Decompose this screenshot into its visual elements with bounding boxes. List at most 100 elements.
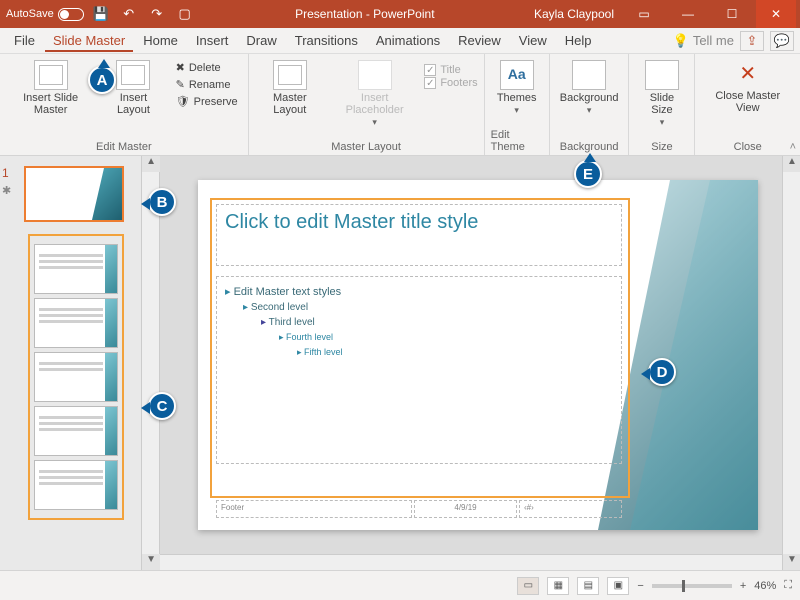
ribbon: Insert Slide Master Insert Layout ✖Delet… [0, 54, 800, 156]
themes-button[interactable]: Aa Themes ▾ [493, 58, 541, 118]
insert-slide-master-icon [34, 60, 68, 90]
bullet-level-3: Third level [225, 315, 613, 330]
group-edit-theme: Aa Themes ▾ Edit Theme [485, 54, 550, 155]
slide-number: 1 [2, 166, 9, 180]
background-button[interactable]: Background ▾ [556, 58, 623, 118]
group-label-background: Background [560, 139, 619, 153]
callout-c: C [148, 392, 176, 420]
tab-help[interactable]: Help [557, 29, 600, 52]
scroll-up-icon[interactable]: ▲ [142, 156, 160, 172]
group-label-close: Close [734, 139, 762, 153]
workspace: 1 ✱ ▲ ▼ [0, 156, 800, 570]
master-thumbnail[interactable] [24, 166, 124, 222]
footers-checkbox[interactable]: ✓Footers [424, 77, 477, 89]
save-icon[interactable]: 💾 [90, 3, 112, 25]
insert-placeholder-button: Insert Placeholder ▾ [331, 58, 418, 130]
toggle-icon [58, 8, 84, 21]
reading-view-icon[interactable]: ▤ [577, 577, 599, 595]
bullet-level-4: Fourth level [225, 330, 613, 345]
fit-to-window-icon[interactable]: ⛶ [784, 579, 792, 592]
zoom-in-icon[interactable]: + [740, 580, 746, 592]
scroll-down-icon[interactable]: ▼ [783, 554, 800, 570]
share-icon[interactable]: ⇪ [740, 31, 764, 51]
ribbon-display-icon[interactable]: ▭ [624, 0, 664, 28]
callout-a: A [88, 66, 116, 94]
themes-icon: Aa [500, 60, 534, 90]
slide-size-button[interactable]: Slide Size ▾ [635, 58, 688, 130]
theme-decoration [92, 168, 122, 220]
insert-layout-label: Insert Layout [105, 92, 161, 116]
layout-thumbnail[interactable] [34, 460, 118, 510]
master-layout-button[interactable]: Master Layout [255, 58, 325, 118]
tab-draw[interactable]: Draw [238, 29, 284, 52]
comments-icon[interactable]: 💬 [770, 31, 794, 51]
group-label-edit-master: Edit Master [96, 139, 152, 153]
zoom-out-icon[interactable]: − [637, 580, 643, 592]
tab-review[interactable]: Review [450, 29, 509, 52]
background-icon [572, 60, 606, 90]
app-window: AutoSave 💾 ↶ ↷ ▢ Presentation - PowerPoi… [0, 0, 800, 600]
group-label-edit-theme: Edit Theme [491, 127, 543, 153]
zoom-level[interactable]: 46% [754, 580, 776, 592]
autosave-toggle[interactable]: AutoSave [6, 8, 84, 21]
master-layout-icon [273, 60, 307, 90]
tab-home[interactable]: Home [135, 29, 186, 52]
user-name[interactable]: Kayla Claypool [534, 7, 614, 21]
zoom-slider[interactable] [652, 584, 732, 588]
tab-view[interactable]: View [511, 29, 555, 52]
menu-bar: File Slide Master Home Insert Draw Trans… [0, 28, 800, 54]
preserve-button[interactable]: 🛡Preserve [172, 94, 242, 110]
start-from-beginning-icon[interactable]: ▢ [174, 3, 196, 25]
close-master-view-button[interactable]: ✕ Close Master View [701, 58, 794, 116]
delete-button[interactable]: ✖Delete [172, 60, 225, 76]
rename-button[interactable]: ✎Rename [172, 77, 235, 93]
undo-icon[interactable]: ↶ [118, 3, 140, 25]
slide-canvas[interactable]: Click to edit Master title style Edit Ma… [198, 180, 758, 530]
collapse-ribbon-icon[interactable]: ˄ [790, 141, 796, 153]
tab-insert[interactable]: Insert [188, 29, 237, 52]
bullet-level-5: Fifth level [225, 345, 613, 360]
delete-icon: ✖ [176, 62, 185, 74]
tell-me-search[interactable]: 💡 Tell me [673, 33, 734, 49]
tab-animations[interactable]: Animations [368, 29, 448, 52]
maximize-icon[interactable]: ☐ [712, 0, 752, 28]
title-bar: AutoSave 💾 ↶ ↷ ▢ Presentation - PowerPoi… [0, 0, 800, 28]
slide-sorter-icon[interactable]: ▦ [547, 577, 569, 595]
autosave-label: AutoSave [6, 8, 54, 20]
checkbox-icon: ✓ [424, 77, 436, 89]
group-size: Slide Size ▾ Size [629, 54, 695, 155]
scroll-down-icon[interactable]: ▼ [142, 554, 160, 570]
body-placeholder[interactable]: Edit Master text styles Second level Thi… [216, 276, 622, 464]
callout-d: D [648, 358, 676, 386]
slideshow-icon[interactable]: ▣ [607, 577, 629, 595]
window-title: Presentation - PowerPoint [196, 7, 534, 21]
rename-icon: ✎ [176, 79, 185, 91]
callout-b: B [148, 188, 176, 216]
tab-file[interactable]: File [6, 29, 43, 52]
scroll-up-icon[interactable]: ▲ [783, 156, 800, 172]
tab-transitions[interactable]: Transitions [287, 29, 366, 52]
normal-view-icon[interactable]: ▭ [517, 577, 539, 595]
editor-scrollbar-horizontal[interactable] [160, 554, 782, 570]
group-edit-master: Insert Slide Master Insert Layout ✖Delet… [0, 54, 249, 155]
callout-e: E [574, 160, 602, 188]
minimize-icon[interactable]: — [668, 0, 708, 28]
title-checkbox[interactable]: ✓Title [424, 64, 460, 76]
close-window-icon[interactable]: ✕ [756, 0, 796, 28]
redo-icon[interactable]: ↷ [146, 3, 168, 25]
preserve-icon: 🛡 [176, 96, 190, 108]
layout-thumbnail[interactable] [34, 352, 118, 402]
footer-date: 4/9/19 [414, 500, 517, 518]
preserve-star-icon: ✱ [2, 184, 11, 197]
layout-thumbnail[interactable] [34, 406, 118, 456]
layout-thumbnail[interactable] [34, 244, 118, 294]
group-close: ✕ Close Master View Close [695, 54, 800, 155]
title-placeholder[interactable]: Click to edit Master title style [216, 204, 622, 266]
thumbnails-scrollbar[interactable]: ▲ ▼ [141, 156, 159, 570]
footer-placeholders[interactable]: Footer 4/9/19 ‹#› [216, 500, 622, 518]
layout-thumbnail[interactable] [34, 298, 118, 348]
insert-slide-master-button[interactable]: Insert Slide Master [6, 58, 95, 118]
editor-scrollbar-vertical[interactable]: ▲ ▼ [782, 156, 800, 570]
tab-slide-master[interactable]: Slide Master [45, 29, 133, 52]
layouts-group [28, 234, 124, 520]
